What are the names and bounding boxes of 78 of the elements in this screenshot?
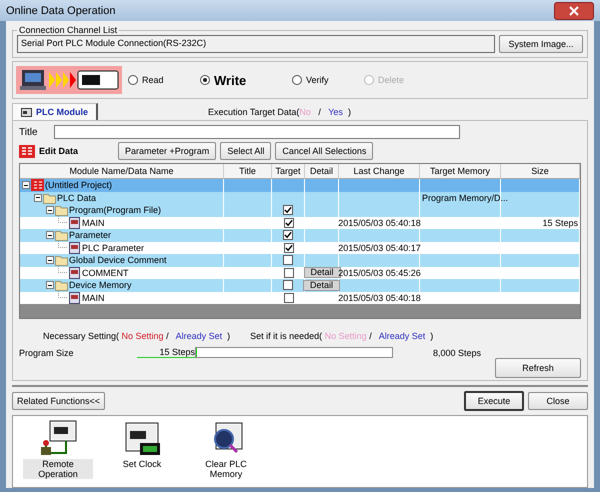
target-checkbox[interactable] bbox=[284, 218, 294, 228]
close-icon bbox=[569, 6, 579, 16]
data-name-text: (Untitled Project) bbox=[45, 180, 112, 190]
last-change-cell: 2015/05/03 05:40:18 bbox=[338, 292, 421, 303]
folder-icon bbox=[55, 279, 68, 292]
data-name-text: Parameter bbox=[69, 230, 112, 240]
data-name-text: PLC Parameter bbox=[82, 242, 144, 253]
data-name-text: Global Device Comment bbox=[69, 255, 167, 266]
column-header: Last Change bbox=[339, 164, 420, 179]
function-item[interactable]: Clear PLC Memory bbox=[191, 419, 261, 484]
folder-icon bbox=[55, 254, 68, 266]
last-change-cell: 2015/05/03 05:45:26 bbox=[338, 268, 421, 278]
execution-target-label: Execution Target Data(No / Yes ) bbox=[208, 106, 351, 116]
target-checkbox[interactable] bbox=[283, 230, 293, 240]
file-icon bbox=[68, 266, 81, 279]
collapse-toggle[interactable] bbox=[46, 256, 54, 264]
collapse-toggle[interactable] bbox=[22, 181, 30, 190]
selection-button[interactable]: Select All bbox=[220, 142, 272, 160]
mode-radio[interactable]: Write bbox=[200, 72, 280, 88]
column-header: Title bbox=[224, 164, 272, 179]
title-label: Title bbox=[19, 126, 38, 138]
close-button[interactable] bbox=[554, 2, 594, 20]
collapse-toggle[interactable] bbox=[34, 194, 42, 202]
setting-legend: Set if it is needed( No Setting / Already Set ) bbox=[250, 331, 434, 341]
data-name-text: MAIN bbox=[82, 292, 104, 303]
column-header: Size bbox=[501, 164, 580, 179]
column-header: Detail bbox=[305, 164, 339, 179]
edit-data-label: Edit Data bbox=[39, 146, 78, 156]
capacity-text: 8,000 Steps bbox=[433, 348, 482, 358]
window-title: Online Data Operation bbox=[6, 4, 116, 16]
file-icon bbox=[68, 242, 81, 254]
setting-legend: Necessary Setting( No Setting / Already Set ) bbox=[43, 331, 230, 341]
data-name-text: COMMENT bbox=[82, 268, 128, 278]
target-checkbox[interactable] bbox=[283, 280, 293, 290]
target-memory-cell: Program Memory/D... bbox=[422, 192, 508, 203]
project-icon bbox=[31, 179, 44, 192]
folder-icon bbox=[55, 229, 68, 242]
selection-button[interactable]: Cancel All Selections bbox=[275, 142, 374, 160]
program-size-label: Program Size bbox=[19, 348, 75, 358]
related-functions-button[interactable]: Related Functions<< bbox=[12, 392, 106, 410]
close-dialog-button[interactable]: Close bbox=[528, 392, 588, 410]
column-header: Module Name/Data Name bbox=[20, 164, 224, 179]
selection-button[interactable]: Parameter +Program bbox=[118, 142, 216, 160]
refresh-button[interactable]: Refresh bbox=[495, 358, 581, 378]
execute-button[interactable]: Execute bbox=[464, 391, 524, 411]
target-checkbox[interactable] bbox=[283, 205, 293, 216]
mode-radio[interactable]: Verify bbox=[292, 75, 352, 85]
module-icon bbox=[21, 108, 32, 116]
detail-button[interactable]: Detail bbox=[303, 280, 340, 291]
mode-radio[interactable]: Read bbox=[128, 75, 188, 85]
data-name-text: MAIN bbox=[82, 218, 104, 228]
last-change-cell: 2015/05/03 05:40:17 bbox=[338, 242, 421, 253]
data-name-text: Device Memory bbox=[69, 280, 132, 290]
column-header: Target Memory bbox=[420, 164, 501, 179]
pc-to-plc-write-icon bbox=[16, 66, 122, 94]
collapse-toggle[interactable] bbox=[46, 206, 54, 214]
target-checkbox[interactable] bbox=[284, 268, 294, 278]
data-name-text: Program(Program File) bbox=[69, 205, 162, 216]
group-label: Connection Channel List bbox=[18, 25, 118, 35]
file-icon bbox=[68, 216, 81, 229]
target-checkbox[interactable] bbox=[283, 255, 293, 266]
file-icon bbox=[68, 292, 81, 304]
collapse-toggle[interactable] bbox=[46, 231, 54, 240]
plc-remote-icon bbox=[38, 419, 78, 457]
function-item[interactable]: Set Clock bbox=[107, 419, 177, 484]
size-cell: 15 Steps bbox=[542, 218, 578, 228]
title-field[interactable] bbox=[54, 125, 460, 139]
target-checkbox[interactable] bbox=[284, 242, 294, 253]
edit-data-icon bbox=[19, 144, 35, 158]
last-change-cell: 2015/05/03 05:40:18 bbox=[338, 218, 421, 228]
column-header: Target bbox=[272, 164, 305, 179]
function-item[interactable]: Remote Operation bbox=[23, 419, 93, 484]
collapse-toggle[interactable] bbox=[46, 281, 54, 290]
data-name-text: PLC Data bbox=[57, 192, 96, 203]
plc-module-tab[interactable]: PLC Module bbox=[12, 103, 98, 120]
target-checkbox[interactable] bbox=[284, 292, 294, 303]
connection-field[interactable]: Serial Port PLC Module Connection(RS-232C) bbox=[17, 35, 495, 53]
system-image-button[interactable]: System Image... bbox=[499, 35, 583, 53]
